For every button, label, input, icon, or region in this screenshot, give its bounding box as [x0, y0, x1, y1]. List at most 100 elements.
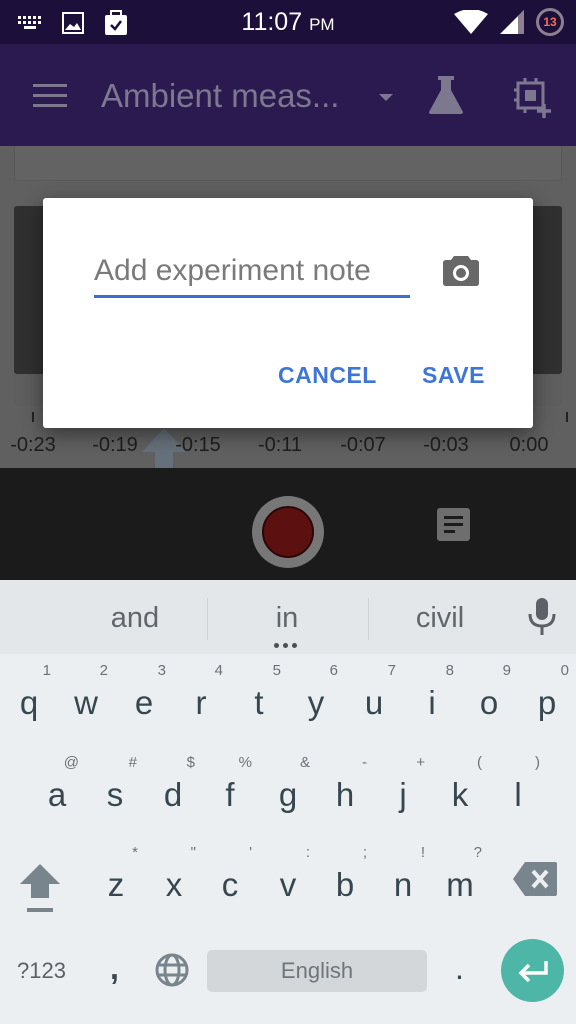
key-t[interactable]: 5t — [231, 660, 287, 746]
suggestion-item[interactable]: and — [111, 602, 159, 635]
menu-icon[interactable] — [33, 84, 67, 108]
key-label: b — [335, 866, 355, 903]
key-a[interactable]: @ a — [29, 752, 85, 838]
key-hint: 3 — [157, 662, 166, 679]
globe-icon[interactable] — [154, 952, 190, 988]
wifi-icon — [454, 10, 488, 34]
key-label: w — [74, 684, 98, 721]
key-label: c — [221, 866, 239, 903]
clock-time: 11:07 — [241, 8, 303, 36]
status-bar: 11:07 PM 13 — [0, 0, 576, 44]
key-hint: " — [190, 844, 196, 861]
enter-key[interactable] — [501, 939, 564, 1002]
key-f[interactable]: % f — [202, 752, 258, 838]
key-n[interactable]: ! n — [375, 842, 431, 928]
timeline-axis: -0:23 -0:19 -0:15 -0:11 -0:07 -0:03 0:00 — [0, 434, 576, 460]
symbols-key[interactable]: ?123 — [17, 958, 66, 984]
suggestion-item[interactable]: in — [276, 602, 299, 635]
key-label: r — [195, 684, 207, 721]
suggestion-divider — [207, 598, 208, 640]
flask-icon[interactable] — [428, 76, 464, 114]
key-hint: ' — [249, 844, 252, 861]
key-c[interactable]: ' c — [202, 842, 258, 928]
key-h[interactable]: -h — [317, 752, 373, 838]
space-key[interactable]: English — [207, 950, 427, 992]
key-y[interactable]: 6y — [288, 660, 344, 746]
time-label: -0:15 — [175, 434, 221, 456]
key-label: z — [107, 866, 125, 903]
period-key[interactable]: . — [455, 950, 464, 987]
key-hint: @ — [63, 754, 79, 771]
key-p[interactable]: 0p — [519, 660, 575, 746]
key-hint: 6 — [329, 662, 338, 679]
suggestion-bar: and in civil — [0, 580, 576, 654]
key-l[interactable]: ) l — [490, 752, 546, 838]
key-label: i — [428, 684, 436, 721]
enter-icon — [518, 960, 548, 982]
key-hint: & — [299, 754, 310, 771]
backspace-icon[interactable] — [513, 862, 557, 896]
key-q[interactable]: 1q — [1, 660, 57, 746]
key-label: f — [225, 776, 235, 813]
key-hint: 1 — [42, 662, 51, 679]
notification-count: 13 — [543, 15, 557, 29]
key-label: y — [307, 684, 325, 721]
key-hint: 2 — [99, 662, 108, 679]
more-suggestions-icon[interactable] — [274, 643, 297, 648]
key-v[interactable]: :v — [260, 842, 316, 928]
dropdown-caret-icon[interactable] — [379, 94, 393, 101]
key-hint: $ — [186, 754, 195, 771]
device-add-icon[interactable] — [514, 78, 552, 118]
key-d[interactable]: $ d — [145, 752, 201, 838]
key-label: s — [106, 776, 124, 813]
key-label: h — [335, 776, 355, 813]
microphone-icon[interactable] — [528, 598, 556, 636]
key-x[interactable]: " x — [146, 842, 202, 928]
key-hint: 9 — [502, 662, 511, 679]
key-m[interactable]: ? m — [432, 842, 488, 928]
key-z[interactable]: * z — [88, 842, 144, 928]
key-hint: 5 — [272, 662, 281, 679]
time-label: 0:00 — [509, 434, 549, 456]
key-hint: % — [238, 754, 252, 771]
camera-icon[interactable] — [443, 254, 479, 286]
key-label: j — [399, 776, 407, 813]
key-hint: 8 — [445, 662, 454, 679]
app-bar: Ambient meas... — [0, 44, 576, 146]
key-b[interactable]: ; b — [317, 842, 373, 928]
key-hint: 4 — [214, 662, 223, 679]
record-button[interactable] — [252, 496, 324, 568]
key-w[interactable]: 2w — [58, 660, 114, 746]
key-o[interactable]: 9o — [461, 660, 517, 746]
key-hint: + — [416, 754, 425, 771]
experiment-title[interactable]: Ambient meas... — [101, 77, 339, 115]
suggestion-divider — [368, 598, 369, 640]
key-e[interactable]: 3e — [116, 660, 172, 746]
note-input[interactable] — [94, 246, 410, 298]
key-hint: * — [132, 844, 138, 861]
save-button[interactable]: SAVE — [422, 362, 485, 389]
key-s[interactable]: # s — [87, 752, 143, 838]
suggestion-item[interactable]: civil — [416, 602, 464, 635]
notification-badge: 13 — [536, 8, 564, 36]
key-k[interactable]: (k — [432, 752, 488, 838]
key-hint: ! — [420, 844, 425, 861]
control-bar — [0, 468, 576, 580]
key-hint: ? — [473, 844, 482, 861]
notes-button[interactable] — [437, 508, 470, 541]
sensor-card — [14, 146, 562, 181]
cancel-button[interactable]: CANCEL — [278, 362, 377, 389]
key-hint: ) — [535, 754, 540, 771]
comma-key[interactable]: , — [110, 950, 119, 987]
key-label: q — [19, 684, 39, 721]
key-i[interactable]: 8i — [404, 660, 460, 746]
key-hint: 7 — [387, 662, 396, 679]
key-j[interactable]: + j — [375, 752, 431, 838]
key-label: t — [254, 684, 264, 721]
key-label: k — [451, 776, 469, 813]
key-r[interactable]: 4r — [173, 660, 229, 746]
key-label: a — [47, 776, 67, 813]
key-g[interactable]: & g — [260, 752, 316, 838]
shift-icon[interactable] — [18, 862, 62, 914]
key-u[interactable]: 7u — [346, 660, 402, 746]
